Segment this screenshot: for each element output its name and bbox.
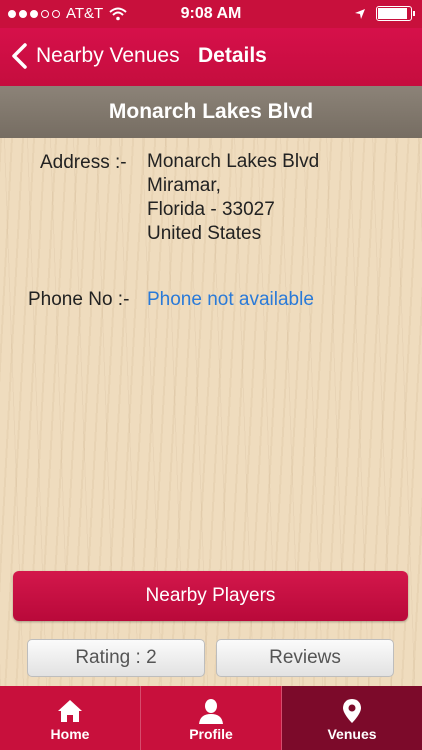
home-icon (58, 700, 82, 722)
venue-details: Address :- Monarch Lakes Blvd Miramar, F… (0, 138, 422, 686)
reviews-button[interactable]: Reviews (216, 639, 394, 677)
rating-button[interactable]: Rating : 2 (27, 639, 205, 677)
back-button[interactable]: Nearby Venues (10, 38, 180, 74)
navigation-bar: Nearby Venues Details (0, 28, 422, 86)
address-line: Miramar, (147, 175, 221, 196)
back-button-label: Nearby Venues (36, 44, 180, 67)
tab-home[interactable]: Home (0, 686, 141, 750)
tab-label: Home (50, 726, 90, 742)
tab-venues[interactable]: Venues (282, 686, 422, 750)
address-line: United States (147, 223, 262, 244)
tab-label: Venues (327, 726, 377, 742)
tab-bar: Home Profile Venues (0, 686, 422, 750)
tab-profile[interactable]: Profile (141, 686, 282, 750)
status-bar: AT&T 9:08 AM (0, 0, 422, 28)
tab-label: Profile (189, 726, 233, 742)
venue-name-header: Monarch Lakes Blvd (0, 86, 422, 138)
battery-icon (376, 6, 415, 21)
location-pin-icon (343, 699, 361, 723)
location-arrow-icon (355, 8, 365, 19)
address-line: Florida - 33027 (147, 199, 275, 220)
address-value: Monarch Lakes Blvd Miramar, Florida - 33… (147, 150, 319, 246)
address-line: Monarch Lakes Blvd (147, 151, 320, 172)
phone-value-link[interactable]: Phone not available (147, 289, 314, 311)
chevron-left-icon (12, 43, 27, 69)
page-title: Details (198, 44, 267, 67)
phone-label: Phone No :- (28, 289, 130, 310)
profile-icon (199, 699, 223, 724)
nearby-players-button[interactable]: Nearby Players (13, 571, 408, 621)
address-label: Address :- (40, 152, 127, 173)
